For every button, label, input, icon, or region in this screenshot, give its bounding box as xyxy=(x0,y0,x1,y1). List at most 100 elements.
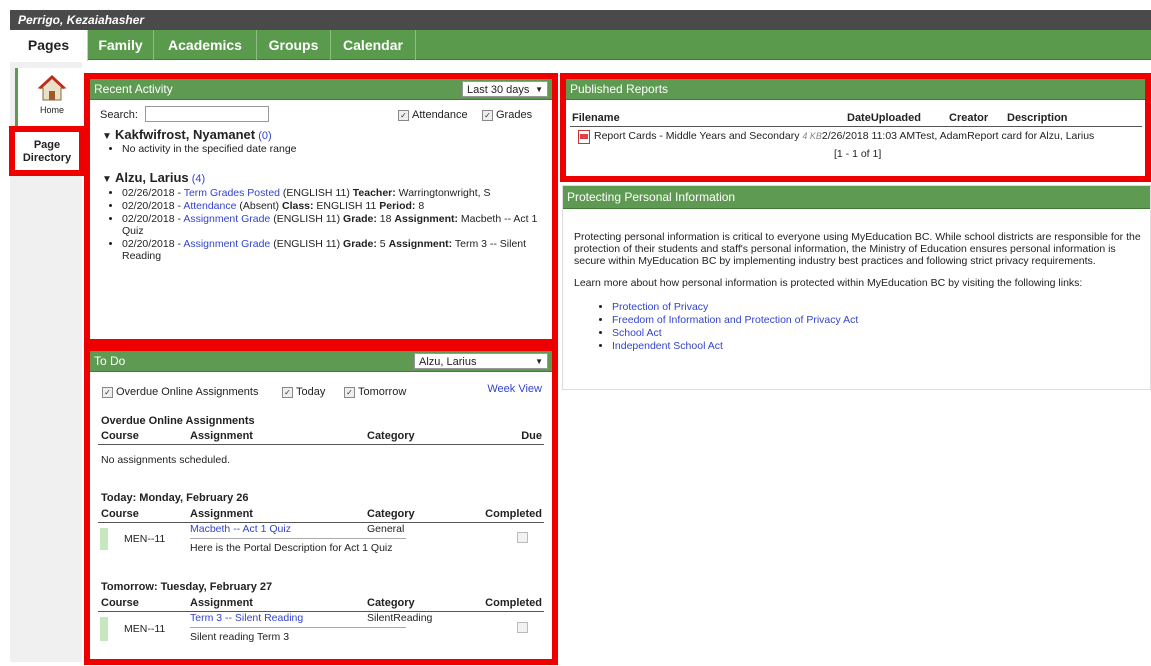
privacy-link[interactable]: Freedom of Information and Protection of… xyxy=(612,314,858,326)
privacy-link[interactable]: Protection of Privacy xyxy=(612,301,708,313)
tab-calendar[interactable]: Calendar xyxy=(331,30,416,60)
assignment-link[interactable]: Macbeth -- Act 1 Quiz xyxy=(190,523,291,535)
nav-home-label: Home xyxy=(39,105,64,115)
column-category: Category xyxy=(367,508,415,520)
divider xyxy=(570,126,1142,127)
divider xyxy=(98,522,544,523)
column-assignment: Assignment xyxy=(190,430,253,442)
recent-activity-widget: Recent Activity Last 30 days ▼ Search: ✓… xyxy=(84,73,558,345)
course-color-bar xyxy=(100,617,108,641)
activity-item: 02/20/2018 - Assignment Grade (ENGLISH 1… xyxy=(122,213,542,237)
divider xyxy=(190,627,406,628)
privacy-link[interactable]: Independent School Act xyxy=(612,340,723,352)
privacy-paragraph: Protecting personal information is criti… xyxy=(574,231,1141,267)
date-range-value: Last 30 days xyxy=(467,84,530,96)
student-name: Kakfwifrost, Nyamanet xyxy=(114,127,256,142)
student-activity-alzu: ▼ Alzu, Larius (4) 02/26/2018 - Term Gra… xyxy=(102,170,542,263)
column-filename: Filename xyxy=(572,112,620,124)
grades-label: Grades xyxy=(496,109,533,121)
report-filename[interactable]: Report Cards - Middle Years and Secondar… xyxy=(594,130,799,142)
privacy-title: Protecting Personal Information xyxy=(567,190,736,204)
activity-link[interactable]: Term Grades Posted xyxy=(184,187,280,199)
nav-home[interactable]: Home xyxy=(15,68,86,128)
date-range-select[interactable]: Last 30 days ▼ xyxy=(462,81,548,97)
column-assignment: Assignment xyxy=(190,508,253,520)
activity-search-input[interactable] xyxy=(145,106,269,122)
filter-attendance[interactable]: ✓ Attendance xyxy=(398,109,468,121)
home-icon xyxy=(37,75,67,101)
completed-checkbox[interactable] xyxy=(517,622,528,633)
assignment-description: Silent reading Term 3 xyxy=(190,631,290,643)
divider xyxy=(98,444,544,445)
course-name: MEN--11 xyxy=(124,623,166,635)
published-reports-title: Published Reports xyxy=(570,82,669,96)
activity-item: 02/20/2018 - Assignment Grade (ENGLISH 1… xyxy=(122,238,542,262)
activity-link[interactable]: Assignment Grade xyxy=(183,238,270,250)
tab-groups[interactable]: Groups xyxy=(257,30,331,60)
assignment-category: SilentReading xyxy=(367,612,433,624)
column-course: Course xyxy=(101,597,139,609)
report-creator: Test, Adam xyxy=(915,130,968,142)
todo-filter-today[interactable]: ✓ Today xyxy=(282,386,325,398)
checkbox-checked-icon: ✓ xyxy=(344,386,355,398)
chevron-down-icon: ▼ xyxy=(535,357,543,366)
main-tab-bar: Pages Family Academics Groups Calendar xyxy=(10,30,1151,61)
privacy-widget: Protecting Personal Information Protecti… xyxy=(562,185,1151,390)
todo-filter-tomorrow[interactable]: ✓ Tomorrow xyxy=(344,386,406,398)
checkbox-checked-icon: ✓ xyxy=(282,386,293,398)
todo-title: To Do xyxy=(94,354,126,368)
activity-link[interactable]: Assignment Grade xyxy=(183,213,270,225)
checkbox-checked-icon: ✓ xyxy=(398,109,409,121)
tomorrow-heading: Tomorrow: Tuesday, February 27 xyxy=(101,581,273,593)
filter-grades[interactable]: ✓ Grades xyxy=(482,109,532,121)
column-category: Category xyxy=(367,430,415,442)
todo-filter-overdue[interactable]: ✓ Overdue Online Assignments xyxy=(102,386,258,398)
published-reports-widget: Published Reports Filename DateUploaded … xyxy=(560,73,1151,182)
report-description: Report card for Alzu, Larius xyxy=(967,130,1095,142)
column-description: Description xyxy=(1007,112,1068,124)
published-reports-header: Published Reports xyxy=(566,79,1145,100)
assignment-link[interactable]: Term 3 -- Silent Reading xyxy=(190,612,303,624)
assignment-category: General xyxy=(367,523,405,535)
no-assignments-text: No assignments scheduled. xyxy=(101,454,230,466)
recent-activity-title: Recent Activity xyxy=(94,82,173,96)
completed-checkbox[interactable] xyxy=(517,532,528,543)
overdue-heading: Overdue Online Assignments xyxy=(101,415,255,427)
activity-item: 02/20/2018 - Attendance (Absent) Class: … xyxy=(122,200,542,212)
checkbox-checked-icon: ✓ xyxy=(102,386,113,398)
report-pager: [1 - 1 of 1] xyxy=(834,148,882,160)
activity-link[interactable]: Attendance xyxy=(183,200,236,212)
collapse-triangle-icon[interactable]: ▼ xyxy=(102,131,112,142)
todo-widget: To Do Alzu, Larius ▼ ✓ Overdue Online Ass… xyxy=(84,345,558,665)
todo-header: To Do Alzu, Larius ▼ xyxy=(90,351,552,372)
tab-family[interactable]: Family xyxy=(88,30,154,60)
tab-pages[interactable]: Pages xyxy=(10,30,88,61)
user-name: Perrigo, Kezaiahasher xyxy=(18,13,145,27)
page-directory-label-2: Directory xyxy=(22,152,72,164)
checkbox-checked-icon: ✓ xyxy=(482,109,493,121)
page-directory-label-1: Page xyxy=(33,139,61,151)
tab-academics[interactable]: Academics xyxy=(154,30,257,60)
week-view-link[interactable]: Week View xyxy=(487,383,542,395)
column-creator: Creator xyxy=(949,112,989,124)
todo-student-select[interactable]: Alzu, Larius ▼ xyxy=(414,353,548,369)
recent-activity-header: Recent Activity Last 30 days ▼ xyxy=(90,79,552,100)
privacy-header: Protecting Personal Information xyxy=(563,186,1150,209)
column-date-uploaded: DateUploaded xyxy=(847,112,921,124)
report-row[interactable]: Report Cards - Middle Years and Secondar… xyxy=(594,130,1094,142)
page-directory-button[interactable]: Page Directory xyxy=(9,126,85,176)
report-size: 4 KB xyxy=(802,131,822,141)
column-course: Course xyxy=(101,430,139,442)
course-name: MEN--11 xyxy=(124,533,166,545)
user-name-bar: Perrigo, Kezaiahasher xyxy=(10,10,1151,30)
column-assignment: Assignment xyxy=(190,597,253,609)
column-category: Category xyxy=(367,597,415,609)
chevron-down-icon: ▼ xyxy=(535,85,543,94)
activity-count[interactable]: (0) xyxy=(258,130,271,142)
activity-count[interactable]: (4) xyxy=(192,173,205,185)
course-color-bar xyxy=(100,528,108,550)
student-activity-kakfwifrost: ▼ Kakfwifrost, Nyamanet (0) No activity … xyxy=(102,127,542,156)
privacy-link[interactable]: School Act xyxy=(612,327,662,339)
collapse-triangle-icon[interactable]: ▼ xyxy=(102,174,112,185)
activity-item: No activity in the specified date range xyxy=(122,143,542,155)
